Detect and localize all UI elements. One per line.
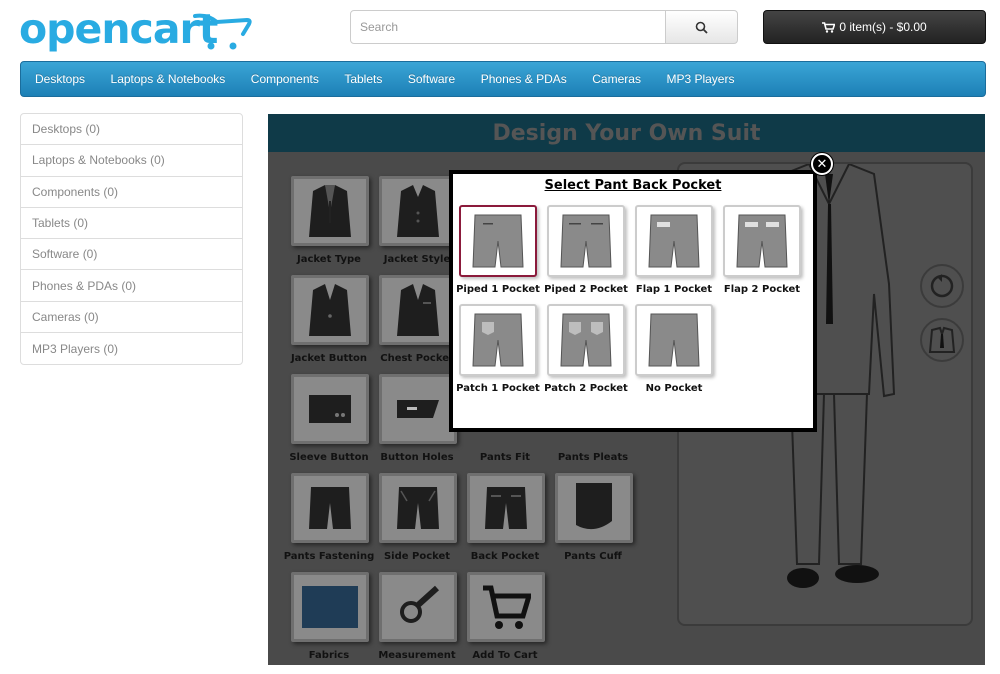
sidebar-item-laptops-notebooks[interactable]: Laptops & Notebooks (0)	[21, 145, 242, 177]
add-to-cart-tile[interactable]	[467, 572, 545, 642]
fabric-swatch-icon	[302, 586, 358, 628]
jacket-type-tile[interactable]	[291, 176, 369, 246]
pants-pleats-label: Pants Pleats	[557, 452, 629, 463]
shirt-tie-icon	[928, 326, 956, 353]
chest-pocket-tile[interactable]	[379, 275, 457, 345]
close-icon: ✕	[816, 156, 828, 171]
front-view-button[interactable]	[920, 264, 964, 308]
pants-back-icon	[560, 214, 612, 268]
no-pocket-label: No Pocket	[645, 383, 703, 394]
nav-components[interactable]: Components	[251, 72, 319, 86]
patch-2-pocket-label: Patch 2 Pocket	[544, 383, 628, 394]
nav-tablets[interactable]: Tablets	[344, 72, 382, 86]
nav-software[interactable]: Software	[408, 72, 455, 86]
jacket-icon	[309, 185, 351, 237]
add-to-cart-label: Add To Cart	[472, 650, 538, 661]
search-bar	[350, 10, 738, 44]
cart-logo-icon	[193, 13, 252, 50]
button-holes-tile[interactable]	[379, 374, 457, 444]
sidebar-item-tablets[interactable]: Tablets (0)	[21, 208, 242, 240]
category-sidebar: Desktops (0) Laptops & Notebooks (0) Com…	[20, 113, 243, 366]
main-nav: Desktops Laptops & Notebooks Components …	[20, 61, 986, 97]
site-logo[interactable]: opencart	[19, 5, 254, 58]
pants-cuff-tile[interactable]	[555, 473, 633, 543]
jacket-icon	[397, 284, 439, 336]
no-pocket-option[interactable]	[635, 304, 713, 376]
nav-laptops-notebooks[interactable]: Laptops & Notebooks	[111, 72, 226, 86]
cart-total: 0 item(s) - $0.00	[839, 20, 927, 34]
patch-1-pocket-option[interactable]	[459, 304, 537, 376]
pants-fastening-tile[interactable]	[291, 473, 369, 543]
modal-close-button[interactable]: ✕	[811, 153, 833, 175]
rotate-icon	[930, 274, 954, 298]
back-pocket-modal: Select Pant Back Pocket Piped 1 Pocket P…	[449, 170, 817, 432]
pants-icon	[397, 487, 439, 529]
piped-1-pocket-label: Piped 1 Pocket	[456, 284, 540, 295]
patch-2-pocket-option[interactable]	[547, 304, 625, 376]
jacket-button-tile[interactable]	[291, 275, 369, 345]
fabrics-tile[interactable]	[291, 572, 369, 642]
button-hole-icon	[397, 400, 439, 418]
sidebar-item-desktops[interactable]: Desktops (0)	[21, 114, 242, 146]
measurement-tile[interactable]	[379, 572, 457, 642]
jacket-icon	[309, 284, 351, 336]
pants-back-icon	[560, 313, 612, 367]
sidebar-item-phones-pdas[interactable]: Phones & PDAs (0)	[21, 270, 242, 302]
side-pocket-tile[interactable]	[379, 473, 457, 543]
piped-2-pocket-option[interactable]	[547, 205, 625, 277]
pants-back-icon	[648, 214, 700, 268]
shopping-cart-icon	[483, 585, 531, 629]
pants-icon	[309, 487, 351, 529]
search-input[interactable]	[350, 10, 666, 44]
cuff-icon	[576, 483, 612, 530]
pants-icon	[485, 487, 527, 529]
piped-1-pocket-option[interactable]	[459, 205, 537, 277]
patch-1-pocket-label: Patch 1 Pocket	[456, 383, 540, 394]
piped-2-pocket-label: Piped 2 Pocket	[544, 284, 628, 295]
flap-1-pocket-label: Flap 1 Pocket	[635, 284, 713, 295]
nav-phones-pdas[interactable]: Phones & PDAs	[481, 72, 567, 86]
pants-back-icon	[472, 214, 524, 268]
sleeve-icon	[309, 395, 351, 423]
pants-cuff-label: Pants Cuff	[564, 551, 622, 562]
modal-title: Select Pant Back Pocket	[544, 178, 722, 193]
nav-cameras[interactable]: Cameras	[592, 72, 641, 86]
sidebar-item-cameras[interactable]: Cameras (0)	[21, 302, 242, 334]
sidebar-item-software[interactable]: Software (0)	[21, 239, 242, 271]
sidebar-item-components[interactable]: Components (0)	[21, 177, 242, 208]
search-icon	[695, 21, 708, 34]
pants-back-icon	[736, 214, 788, 268]
designer-header: Design Your Own Suit	[268, 114, 985, 152]
cart-button[interactable]: 0 item(s) - $0.00	[763, 10, 986, 44]
sidebar-item-mp3-players[interactable]: MP3 Players (0)	[21, 333, 242, 364]
flap-1-pocket-option[interactable]	[635, 205, 713, 277]
logo-text: opencart	[19, 5, 218, 53]
nav-mp3-players[interactable]: MP3 Players	[666, 72, 734, 86]
pants-back-icon	[472, 313, 524, 367]
shopping-cart-icon	[822, 21, 836, 33]
pants-back-icon	[648, 313, 700, 367]
search-button[interactable]	[665, 10, 738, 44]
detail-view-button[interactable]	[920, 318, 964, 362]
flap-2-pocket-option[interactable]	[723, 205, 801, 277]
nav-desktops[interactable]: Desktops	[35, 72, 85, 86]
designer-title: Design Your Own Suit	[492, 120, 761, 146]
flap-2-pocket-label: Flap 2 Pocket	[723, 284, 801, 295]
measuring-tape-icon	[400, 585, 440, 623]
sleeve-button-tile[interactable]	[291, 374, 369, 444]
jacket-style-tile[interactable]	[379, 176, 457, 246]
back-pocket-tile[interactable]	[467, 473, 545, 543]
jacket-icon	[397, 185, 439, 237]
